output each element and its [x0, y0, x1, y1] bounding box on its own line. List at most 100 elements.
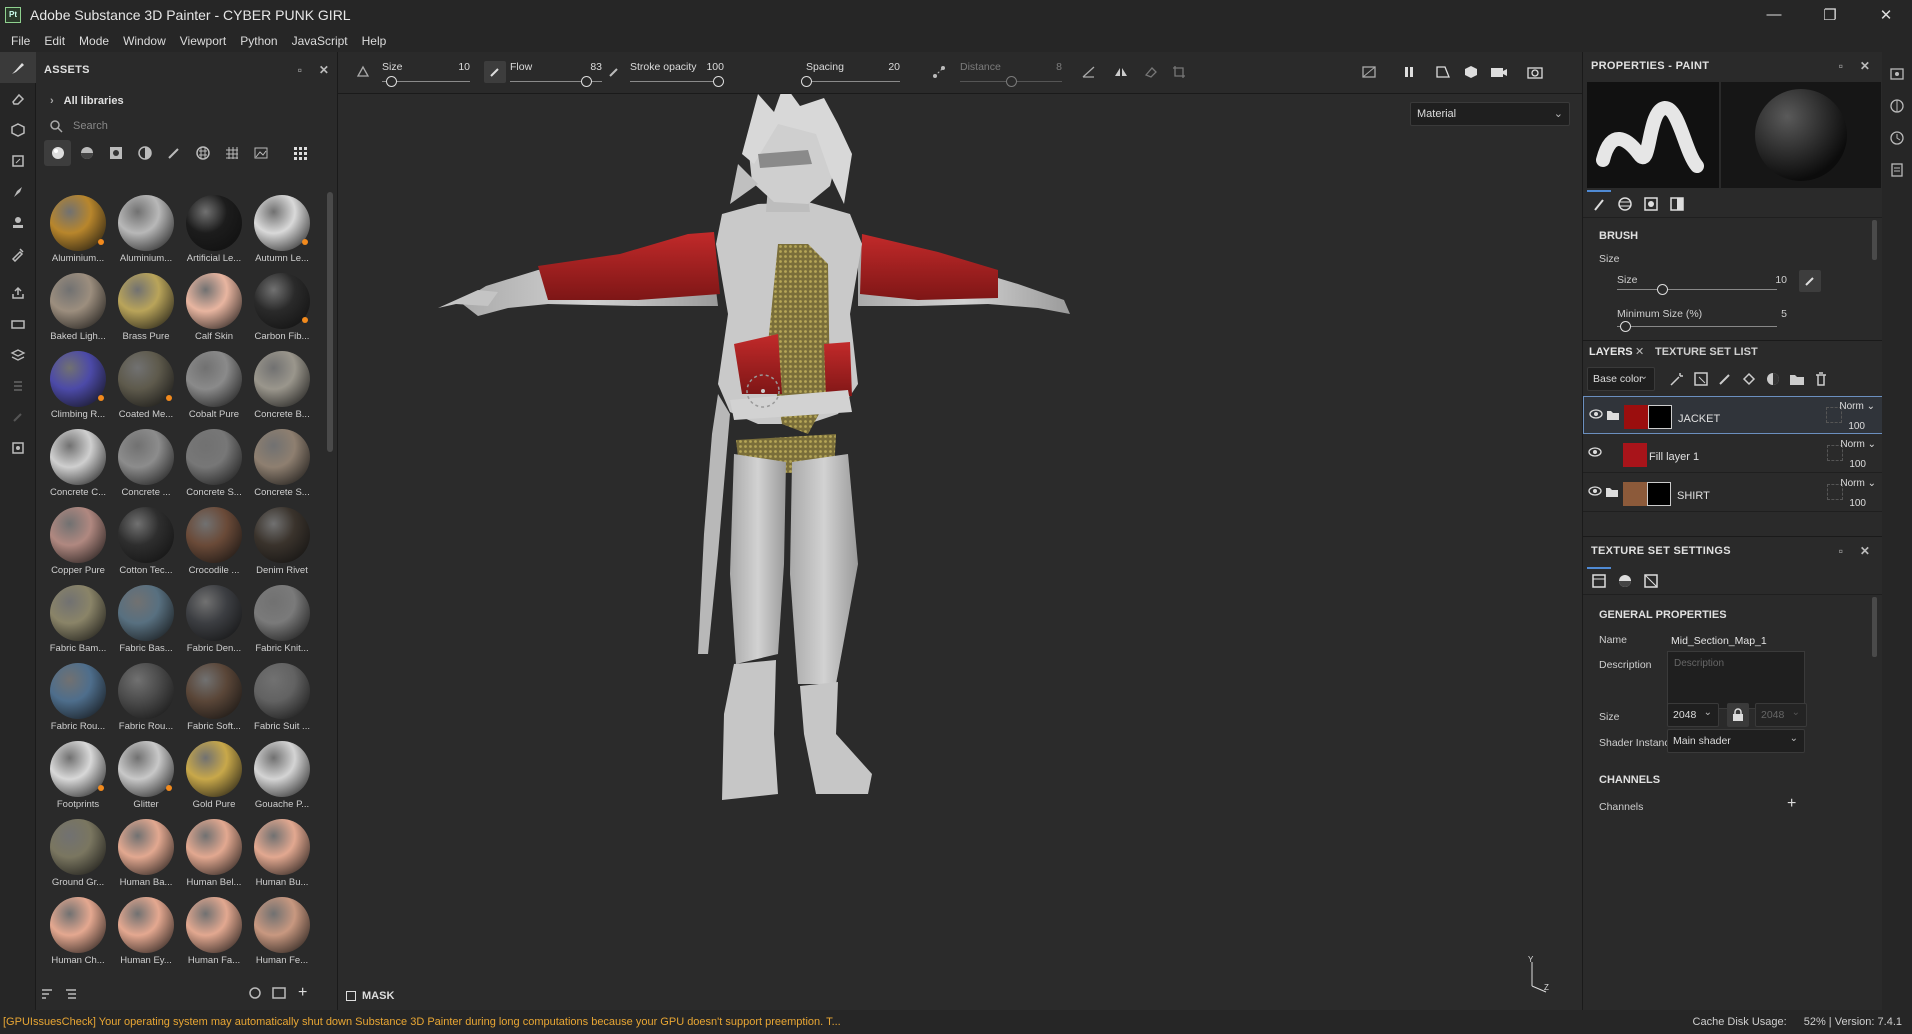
tab-stencil[interactable] — [1665, 192, 1689, 216]
tab-alpha[interactable] — [1639, 192, 1663, 216]
undock-icon[interactable]: ▫ — [292, 62, 308, 78]
material-tile[interactable]: Fabric Rou... — [44, 657, 112, 735]
layer-opacity[interactable]: 100 — [1849, 459, 1866, 470]
bake-tool[interactable] — [0, 308, 36, 339]
add-paint-layer-icon[interactable] — [1717, 371, 1733, 390]
material-tile[interactable]: Cotton Tec... — [112, 501, 180, 579]
material-tile[interactable]: Human Ey... — [112, 891, 180, 969]
size-pressure-button[interactable] — [1799, 270, 1821, 292]
3d-view-icon[interactable] — [1460, 61, 1482, 83]
flow-slider[interactable]: Flow 83 — [510, 56, 602, 90]
material-tile[interactable]: Brass Pure — [112, 267, 180, 345]
filter-masks[interactable] — [102, 140, 129, 166]
line-icon[interactable] — [1078, 61, 1100, 83]
eye-icon[interactable] — [1588, 447, 1602, 460]
menu-window[interactable]: Window — [116, 34, 173, 48]
color-picker-tool[interactable] — [0, 238, 36, 269]
shader-instance-dropdown[interactable]: Main shader ⌄ — [1667, 729, 1805, 753]
tab-uv[interactable] — [1639, 569, 1663, 593]
magic-wand-icon[interactable] — [1669, 371, 1685, 390]
spacing-slider[interactable]: Spacing 20 — [801, 56, 900, 90]
layer-color-thumbnail[interactable] — [1623, 482, 1647, 506]
filter-environments[interactable] — [247, 140, 274, 166]
texture-set-list-button[interactable] — [1882, 58, 1912, 90]
texture-set-scrollbar[interactable] — [1872, 597, 1877, 657]
mirror-icon[interactable] — [1110, 61, 1132, 83]
paint-tool[interactable] — [0, 52, 36, 83]
list-view-icon[interactable] — [64, 987, 78, 1004]
smudge-tool[interactable] — [0, 176, 36, 207]
maximize-button[interactable]: ❐ — [1802, 0, 1858, 29]
material-tile[interactable]: Fabric Den... — [180, 579, 248, 657]
minimize-button[interactable]: — — [1746, 0, 1802, 29]
blend-mode[interactable]: Norm ⌄ — [1839, 401, 1875, 412]
screenshot-icon[interactable] — [1524, 61, 1546, 83]
search-input[interactable]: Search — [73, 120, 108, 132]
tab-bakes[interactable] — [1613, 569, 1637, 593]
plugin-tool[interactable] — [0, 401, 36, 432]
layer-color-thumbnail[interactable] — [1624, 405, 1648, 429]
library-selector[interactable]: › All libraries — [36, 88, 337, 114]
menu-mode[interactable]: Mode — [72, 34, 116, 48]
filter-smart-masks[interactable] — [131, 140, 158, 166]
material-tile[interactable]: Fabric Rou... — [112, 657, 180, 735]
layer-mask-thumbnail[interactable] — [1647, 482, 1671, 506]
effect-icon[interactable] — [1693, 371, 1709, 390]
filter-materials[interactable] — [44, 140, 71, 166]
material-tile[interactable]: Denim Rivet — [248, 501, 316, 579]
add-folder-icon[interactable] — [1789, 371, 1805, 390]
render-tool[interactable] — [0, 339, 36, 370]
material-tile[interactable]: Concrete S... — [180, 423, 248, 501]
lazy-mouse-icon[interactable] — [928, 61, 950, 83]
folder-icon[interactable] — [1605, 486, 1619, 501]
menu-file[interactable]: File — [4, 34, 37, 48]
gpu-warning[interactable]: [GPUIssuesCheck] Your operating system m… — [0, 1016, 1330, 1028]
view-grid-toggle[interactable] — [286, 140, 313, 166]
material-tile[interactable]: Autumn Le... — [248, 189, 316, 267]
viewport-mode-dropdown[interactable]: Material ⌄ — [1410, 102, 1570, 126]
crop-icon[interactable] — [1168, 61, 1190, 83]
pause-icon[interactable] — [1398, 61, 1420, 83]
symmetry-icon[interactable] — [352, 61, 374, 83]
material-tile[interactable]: Climbing R... — [44, 345, 112, 423]
clone-tool[interactable] — [0, 207, 36, 238]
material-tile[interactable]: Baked Ligh... — [44, 267, 112, 345]
material-tile[interactable]: Glitter — [112, 735, 180, 813]
layer-row[interactable]: Fill layer 1 Norm ⌄ 100 — [1583, 435, 1883, 473]
close-icon[interactable]: ✕ — [1857, 58, 1873, 74]
material-tile[interactable]: Human Bel... — [180, 813, 248, 891]
refresh-icon[interactable] — [248, 986, 262, 1003]
material-tile[interactable]: Human Bu... — [248, 813, 316, 891]
display-settings-button[interactable] — [1882, 90, 1912, 122]
sort-icon[interactable] — [40, 987, 54, 1004]
undock-icon[interactable]: ▫ — [1833, 58, 1849, 74]
tab-settings[interactable] — [1587, 567, 1611, 593]
pen-pressure-toggle[interactable] — [484, 61, 506, 83]
material-tile[interactable]: Concrete C... — [44, 423, 112, 501]
assets-scrollbar[interactable] — [327, 192, 333, 452]
add-icon[interactable]: + — [298, 984, 307, 1002]
material-tile[interactable]: Human Fe... — [248, 891, 316, 969]
material-tile[interactable]: Aluminium... — [112, 189, 180, 267]
material-tile[interactable]: Fabric Knit... — [248, 579, 316, 657]
brush-size-knob[interactable] — [1656, 284, 1668, 295]
material-tile[interactable]: Ground Gr... — [44, 813, 112, 891]
camera-tool[interactable] — [0, 432, 36, 463]
filter-textures[interactable] — [218, 140, 245, 166]
asset-search[interactable]: Search — [36, 114, 337, 138]
size-knob[interactable] — [385, 76, 397, 87]
trash-icon[interactable] — [1813, 371, 1829, 390]
blend-mode[interactable]: Norm ⌄ — [1840, 478, 1876, 489]
flow-pressure-icon[interactable] — [603, 61, 625, 83]
material-tile[interactable]: Copper Pure — [44, 501, 112, 579]
add-mask-icon[interactable] — [1765, 371, 1781, 390]
layer-row[interactable]: JACKET Norm ⌄ 100 — [1583, 396, 1883, 434]
camera-icon[interactable] — [1488, 61, 1510, 83]
filter-brushes[interactable] — [160, 140, 187, 166]
spacing-knob[interactable] — [801, 76, 812, 87]
material-tile[interactable]: Footprints — [44, 735, 112, 813]
material-tile[interactable]: Human Fa... — [180, 891, 248, 969]
material-tile[interactable]: Coated Me... — [112, 345, 180, 423]
tab-texture-set-list[interactable]: TEXTURE SET LIST — [1655, 346, 1758, 358]
material-tile[interactable]: Aluminium... — [44, 189, 112, 267]
